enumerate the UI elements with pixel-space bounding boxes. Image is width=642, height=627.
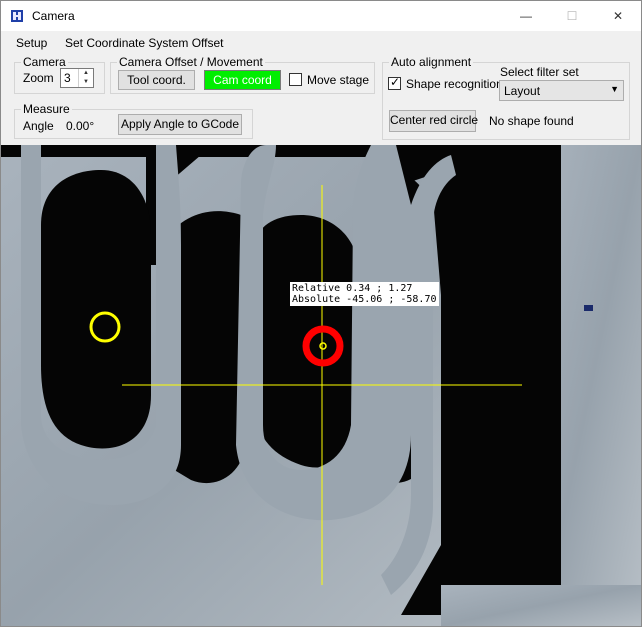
menu-set-coordinate-offset[interactable]: Set Coordinate System Offset [65,36,224,50]
filter-set-label: Select filter set [500,65,579,79]
auto-alignment-group-legend: Auto alignment [391,55,472,69]
center-red-circle-button[interactable]: Center red circle [389,110,478,132]
angle-label: Angle [23,119,54,133]
measure-group-legend: Measure [23,102,70,116]
shape-recognition-checkbox[interactable]: ✓ [388,75,401,90]
close-icon: ✕ [612,9,624,23]
zoom-label: Zoom [23,71,54,85]
title-bar[interactable]: Camera — ☐ ✕ [1,1,641,31]
relative-coordinate-text: Relative 0.34 ; 1.27 [292,283,413,294]
close-button[interactable]: ✕ [595,1,641,31]
maximize-icon: ☐ [566,9,578,23]
tool-coord-button[interactable]: Tool coord. [118,70,195,90]
camera-window: Camera — ☐ ✕ Setup Set Coordinate System… [0,0,642,627]
move-stage-label: Move stage [307,73,370,87]
shape-status-text: No shape found [489,114,574,128]
zoom-stepper-buttons: ▲ ▼ [78,69,93,87]
maximize-button[interactable]: ☐ [549,1,595,31]
menu-bar: Setup Set Coordinate System Offset [1,33,641,53]
camera-view[interactable]: Relative 0.34 ; 1.27 Absolute -45.06 ; -5… [1,145,641,626]
filter-set-value: Layout [504,84,541,98]
angle-value: 0.00° [66,119,95,133]
menu-setup[interactable]: Setup [16,36,47,50]
fiducial-mark [584,305,593,311]
window-title: Camera [32,9,75,23]
camera-image [1,145,641,626]
camera-group-legend: Camera [23,55,66,69]
cam-coord-button[interactable]: Cam coord [204,70,281,90]
shape-recognition-label: Shape recognition [406,77,503,91]
minimize-icon: — [520,9,532,23]
filter-set-select[interactable]: Layout ▼ [499,80,624,101]
camera-offset-group-legend: Camera Offset / Movement [119,55,263,69]
checkmark-icon: ✓ [390,75,401,89]
apply-angle-button[interactable]: Apply Angle to GCode [118,114,242,135]
zoom-value: 3 [64,71,71,85]
camera-app-icon [11,10,23,22]
move-stage-checkbox[interactable] [289,73,302,86]
minimize-button[interactable]: — [503,1,549,31]
absolute-coordinate-text: Absolute -45.06 ; -58.70 [292,294,437,305]
zoom-stepper[interactable]: 3 ▲ ▼ [60,68,94,88]
coordinate-overlay: Relative 0.34 ; 1.27 Absolute -45.06 ; -5… [290,282,439,306]
zoom-down-icon[interactable]: ▼ [79,78,93,87]
chevron-down-icon: ▼ [610,84,619,94]
zoom-up-icon[interactable]: ▲ [79,69,93,78]
